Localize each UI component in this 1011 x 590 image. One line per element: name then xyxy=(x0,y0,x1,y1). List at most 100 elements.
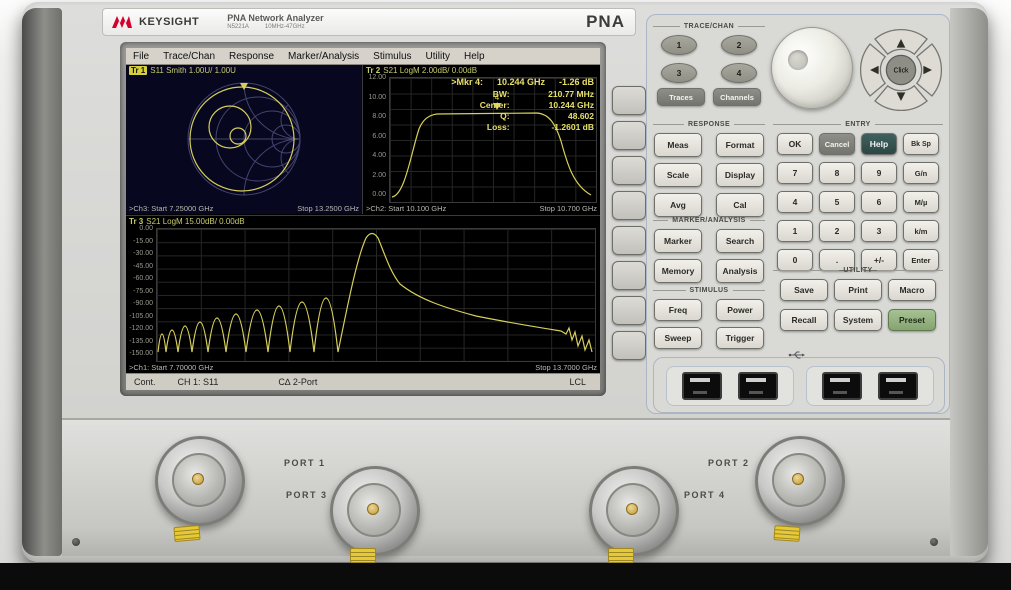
digit-3-key[interactable]: 3 xyxy=(861,220,897,242)
port-3-label: PORT 3 xyxy=(286,490,328,500)
menu-utility[interactable]: Utility xyxy=(419,51,457,62)
marker-key[interactable]: Marker xyxy=(654,229,702,253)
memory-key[interactable]: Memory xyxy=(654,259,702,283)
panel-screw-left xyxy=(72,538,80,546)
display-key[interactable]: Display xyxy=(716,163,764,187)
marker-level: -1.26 dB xyxy=(559,77,594,87)
trace1-key[interactable]: 1 xyxy=(661,35,697,55)
instrument-front-view: KEYSIGHT PNA Network Analyzer N5221A 10M… xyxy=(0,0,1011,590)
sweep-key[interactable]: Sweep xyxy=(654,327,702,349)
softkey-2[interactable] xyxy=(612,121,646,150)
softkey-5[interactable] xyxy=(612,226,646,255)
meas-key[interactable]: Meas xyxy=(654,133,702,157)
channels-key[interactable]: Channels xyxy=(713,88,761,106)
softkey-8[interactable] xyxy=(612,331,646,360)
left-handle xyxy=(22,8,62,556)
mega-micro-key[interactable]: M/µ xyxy=(903,191,939,213)
menu-trace-chan[interactable]: Trace/Chan xyxy=(156,51,222,62)
giga-nano-key[interactable]: G/n xyxy=(903,162,939,184)
photo-background-bottom xyxy=(0,563,1011,590)
digit-9-key[interactable]: 9 xyxy=(861,162,897,184)
preset-key[interactable]: Preset xyxy=(888,309,936,331)
product-name: PNA Network Analyzer xyxy=(227,14,323,23)
dpad-click-label: Click xyxy=(894,68,909,75)
search-key[interactable]: Search xyxy=(716,229,764,253)
dpad-left[interactable] xyxy=(861,44,886,96)
trace-chan-group: TRACE/CHAN 1 2 3 4 Traces Channels xyxy=(653,23,765,106)
frequency-range: 10MHz-47GHz xyxy=(265,24,305,30)
digit-4-key[interactable]: 4 xyxy=(777,191,813,213)
softkey-6[interactable] xyxy=(612,261,646,290)
help-key[interactable]: Help xyxy=(861,133,897,155)
freq-key[interactable]: Freq xyxy=(654,299,702,321)
avg-key[interactable]: Avg xyxy=(654,193,702,217)
digit-2-key[interactable]: 2 xyxy=(819,220,855,242)
dpad-right[interactable] xyxy=(917,44,942,96)
utility-label: UTILITY xyxy=(843,267,872,274)
cancel-key[interactable]: Cancel xyxy=(819,133,855,155)
usb-port-4 xyxy=(878,372,918,400)
digit-1-key[interactable]: 1 xyxy=(777,220,813,242)
recall-key[interactable]: Recall xyxy=(780,309,828,331)
print-key[interactable]: Print xyxy=(834,279,882,301)
trace2-key[interactable]: 2 xyxy=(721,35,757,55)
trace3-title: S21 LogM 15.00dB/ 0.00dB xyxy=(146,217,244,226)
softkey-4[interactable] xyxy=(612,191,646,220)
ok-key[interactable]: OK xyxy=(777,133,813,155)
softkey-3[interactable] xyxy=(612,156,646,185)
filter-y-axis: 0.00-15.00 -30.00-45.00 -60.00-75.00 -90… xyxy=(126,225,153,357)
filter-start-freq: >Ch1: Start 7.70000 GHz xyxy=(129,363,213,372)
menu-response[interactable]: Response xyxy=(222,51,281,62)
softkey-7[interactable] xyxy=(612,296,646,325)
system-key[interactable]: System xyxy=(834,309,882,331)
front-key-panel: TRACE/CHAN 1 2 3 4 Traces Channels xyxy=(646,14,950,414)
menu-stimulus[interactable]: Stimulus xyxy=(366,51,418,62)
traces-key[interactable]: Traces xyxy=(657,88,705,106)
smith-chart-pane: Tr 1 S11 Smith 1.00U/ 1.00U xyxy=(126,65,363,214)
response-group: RESPONSE Meas Format Scale Display Avg C… xyxy=(653,121,765,217)
format-key[interactable]: Format xyxy=(716,133,764,157)
trace4-key[interactable]: 4 xyxy=(721,63,757,83)
dpad-down[interactable] xyxy=(875,86,927,111)
marker-analysis-label: MARKER/ANALYSIS xyxy=(672,217,745,224)
warning-sticker-1 xyxy=(173,525,200,542)
trigger-key[interactable]: Trigger xyxy=(716,327,764,349)
menu-help[interactable]: Help xyxy=(457,51,492,62)
macro-key[interactable]: Macro xyxy=(888,279,936,301)
power-key[interactable]: Power xyxy=(716,299,764,321)
softkey-1[interactable] xyxy=(612,86,646,115)
menu-marker-analysis[interactable]: Marker/Analysis xyxy=(281,51,366,62)
brand-name: KEYSIGHT xyxy=(139,16,199,28)
trace-chan-label: TRACE/CHAN xyxy=(684,23,734,30)
usb-pair-right xyxy=(806,366,934,406)
marker-frequency: 10.244 GHz xyxy=(497,77,545,87)
scale-key[interactable]: Scale xyxy=(654,163,702,187)
stimulus-label: STIMULUS xyxy=(690,287,729,294)
rotary-knob[interactable] xyxy=(771,27,853,109)
keysight-logo-icon xyxy=(111,14,133,30)
digit-6-key[interactable]: 6 xyxy=(861,191,897,213)
mag-y-axis: 12.0010.00 8.006.00 4.002.00 0.00 xyxy=(363,74,386,198)
response-label: RESPONSE xyxy=(688,121,730,128)
backspace-key[interactable]: Bk Sp xyxy=(903,133,939,155)
entry-group: ENTRY OK Cancel Help Bk Sp 7 8 9 G/n 4 5… xyxy=(773,121,943,271)
analysis-key[interactable]: Analysis xyxy=(716,259,764,283)
trace1-title: S11 Smith 1.00U/ 1.00U xyxy=(150,66,236,75)
digit-8-key[interactable]: 8 xyxy=(819,162,855,184)
digit-5-key[interactable]: 5 xyxy=(819,191,855,213)
trace1-badge: Tr 1 xyxy=(129,66,147,75)
knob-dimple xyxy=(788,50,808,70)
menu-file[interactable]: File xyxy=(126,51,156,62)
digit-7-key[interactable]: 7 xyxy=(777,162,813,184)
usb-port-3 xyxy=(822,372,862,400)
cal-key[interactable]: Cal xyxy=(716,193,764,217)
save-key[interactable]: Save xyxy=(780,279,828,301)
kilo-milli-key[interactable]: k/m xyxy=(903,220,939,242)
model-header: KEYSIGHT PNA Network Analyzer N5221A 10M… xyxy=(102,8,636,36)
filter-trace-plot xyxy=(156,228,594,360)
trace3-key[interactable]: 3 xyxy=(661,63,697,83)
filter-stop-freq: Stop 13.7000 GHz xyxy=(535,363,597,372)
navigation-dpad: Click xyxy=(857,27,945,113)
filter-response-pane: Tr 3 S21 LogM 15.00dB/ 0.00dB 0.00-15.00… xyxy=(126,215,600,374)
warning-sticker-4 xyxy=(608,548,634,563)
